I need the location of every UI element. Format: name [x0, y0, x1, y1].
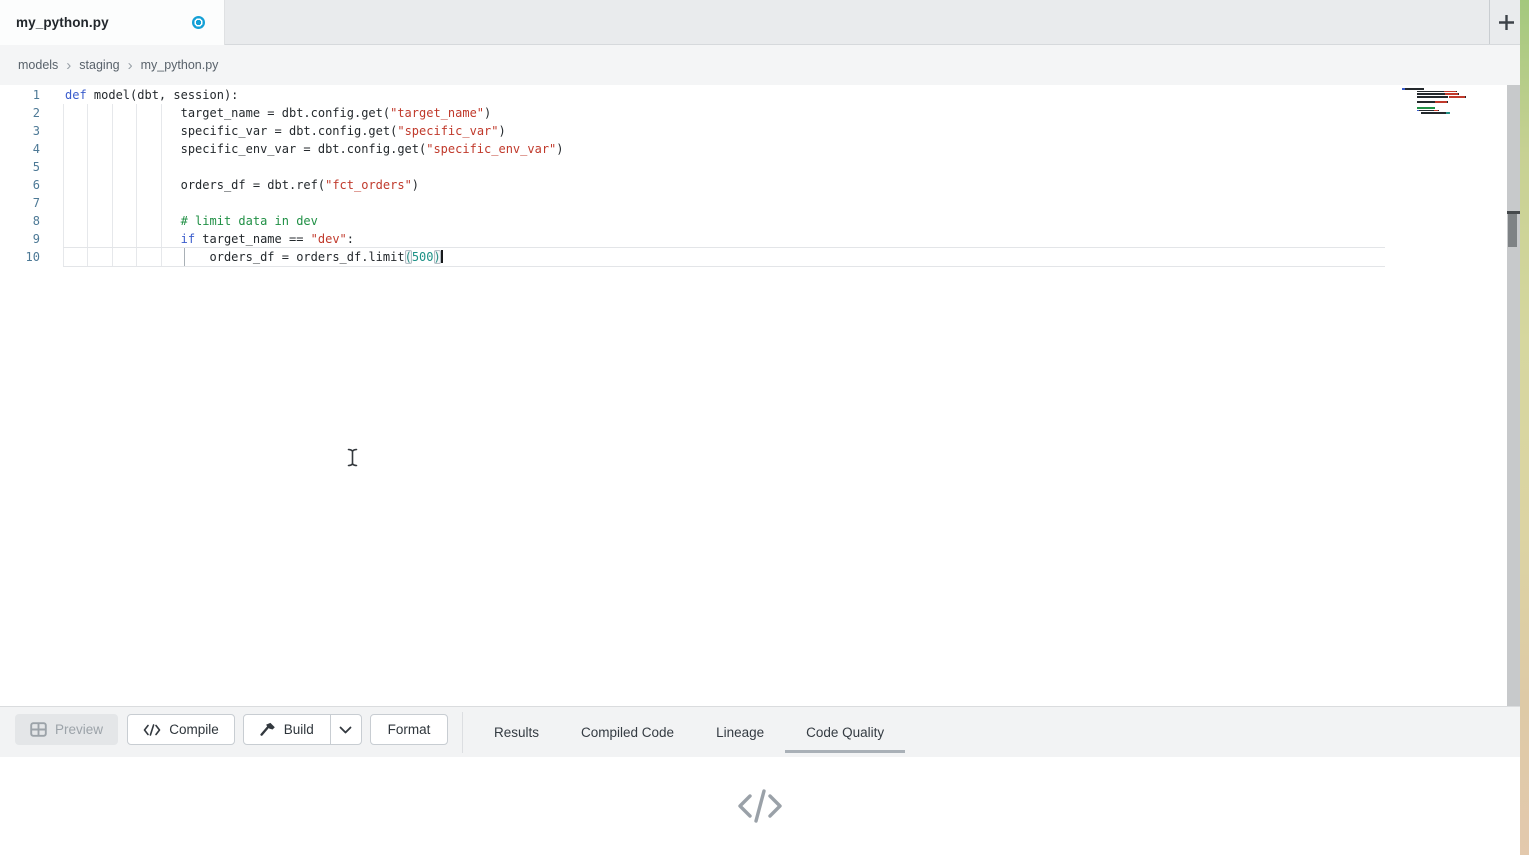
- line-number: 4: [0, 140, 40, 158]
- breadcrumb-item[interactable]: staging: [79, 58, 119, 72]
- code-text: specific_env_var = dbt.config.get("speci…: [65, 140, 564, 158]
- minimap-line: [1402, 96, 1464, 98]
- code-placeholder-icon: [736, 785, 784, 827]
- breadcrumb-item[interactable]: models: [18, 58, 58, 72]
- build-button[interactable]: Build: [244, 715, 330, 744]
- result-tab-compiled-code[interactable]: Compiled Code: [560, 707, 695, 757]
- unsaved-changes-dot-icon: [192, 16, 205, 29]
- code-text: orders_df = orders_df.limit(500): [65, 248, 443, 266]
- minimap-line: [1402, 91, 1464, 93]
- format-button[interactable]: Format: [370, 714, 448, 745]
- minimap[interactable]: [1402, 88, 1464, 115]
- code-text: def model(dbt, session):: [65, 86, 238, 104]
- code-brackets-icon: [143, 724, 161, 736]
- scrollbar-thumb[interactable]: [1508, 214, 1517, 247]
- minimap-line: [1402, 88, 1464, 90]
- minimap-line: [1402, 107, 1464, 109]
- code-text: target_name = dbt.config.get("target_nam…: [65, 104, 491, 122]
- code-text: orders_df = dbt.ref("fct_orders"): [65, 176, 419, 194]
- code-line[interactable]: 2 target_name = dbt.config.get("target_n…: [0, 104, 1507, 122]
- code-line[interactable]: 1 def model(dbt, session):: [0, 86, 1507, 104]
- code-line[interactable]: 3 specific_var = dbt.config.get("specifi…: [0, 122, 1507, 140]
- plus-icon: [1497, 13, 1516, 32]
- compile-button-label: Compile: [169, 722, 219, 737]
- line-number: 6: [0, 176, 40, 194]
- editor-tab-bar: my_python.py: [0, 0, 1529, 45]
- line-number: 8: [0, 212, 40, 230]
- breadcrumb-chevron-icon: ›: [128, 58, 133, 73]
- result-tab-results[interactable]: Results: [473, 707, 560, 757]
- preview-button[interactable]: Preview: [15, 714, 118, 745]
- build-options-dropdown[interactable]: [330, 715, 361, 744]
- result-tab-code-quality[interactable]: Code Quality: [785, 707, 905, 757]
- minimap-line: [1402, 101, 1464, 103]
- line-number: 5: [0, 158, 40, 176]
- line-number: 10: [0, 248, 40, 266]
- chevron-down-icon: [339, 726, 352, 734]
- code-text: specific_var = dbt.config.get("specific_…: [65, 122, 506, 140]
- new-tab-button[interactable]: [1493, 9, 1519, 35]
- build-split-button: Build: [243, 714, 362, 745]
- results-empty-pane: [0, 757, 1520, 855]
- build-button-label: Build: [284, 722, 314, 737]
- toolbar-divider: [462, 712, 463, 753]
- preview-button-label: Preview: [55, 722, 103, 737]
- editor-scrollbar[interactable]: [1507, 85, 1521, 706]
- code-line[interactable]: 4 specific_env_var = dbt.config.get("spe…: [0, 140, 1507, 158]
- code-line[interactable]: 9 if target_name == "dev":: [0, 230, 1507, 248]
- table-grid-icon: [30, 722, 47, 737]
- code-line[interactable]: 5: [0, 158, 1507, 176]
- tab-label: my_python.py: [16, 15, 109, 30]
- line-number: 2: [0, 104, 40, 122]
- minimap-line: [1402, 104, 1464, 106]
- code-line[interactable]: 10 orders_df = orders_df.limit(500): [0, 248, 1507, 266]
- code-line[interactable]: 6 orders_df = dbt.ref("fct_orders"): [0, 176, 1507, 194]
- desktop-edge-strip: [1520, 0, 1529, 855]
- format-button-label: Format: [388, 722, 431, 737]
- minimap-line: [1402, 110, 1464, 112]
- code-text: # limit data in dev: [65, 212, 318, 230]
- breadcrumb-chevron-icon: ›: [66, 58, 71, 73]
- mouse-ibeam-cursor: [346, 448, 359, 472]
- minimap-line: [1402, 93, 1464, 95]
- code-lines: 1def model(dbt, session):2 target_name =…: [0, 86, 1507, 266]
- minimap-line: [1402, 99, 1464, 101]
- result-tab-lineage[interactable]: Lineage: [695, 707, 785, 757]
- line-number: 7: [0, 194, 40, 212]
- code-text: if target_name == "dev":: [65, 230, 354, 248]
- result-tabs: ResultsCompiled CodeLineageCode Quality: [473, 707, 905, 757]
- minimap-line: [1402, 112, 1464, 114]
- line-number: 9: [0, 230, 40, 248]
- tabbar-separator: [1489, 0, 1490, 44]
- breadcrumb-bar: models›staging›my_python.py Save: [0, 45, 1529, 85]
- action-toolbar: Preview Compile Build Format ResultsComp…: [0, 706, 1520, 757]
- code-line[interactable]: 8 # limit data in dev: [0, 212, 1507, 230]
- compile-button[interactable]: Compile: [127, 714, 235, 745]
- code-line[interactable]: 7: [0, 194, 1507, 212]
- hammer-icon: [260, 722, 276, 737]
- breadcrumb-item[interactable]: my_python.py: [141, 58, 219, 72]
- text-caret: [441, 250, 443, 263]
- code-editor[interactable]: 1def model(dbt, session):2 target_name =…: [0, 85, 1507, 706]
- line-number: 3: [0, 122, 40, 140]
- line-number: 1: [0, 86, 40, 104]
- breadcrumb: models › staging › my_python.py: [18, 45, 218, 85]
